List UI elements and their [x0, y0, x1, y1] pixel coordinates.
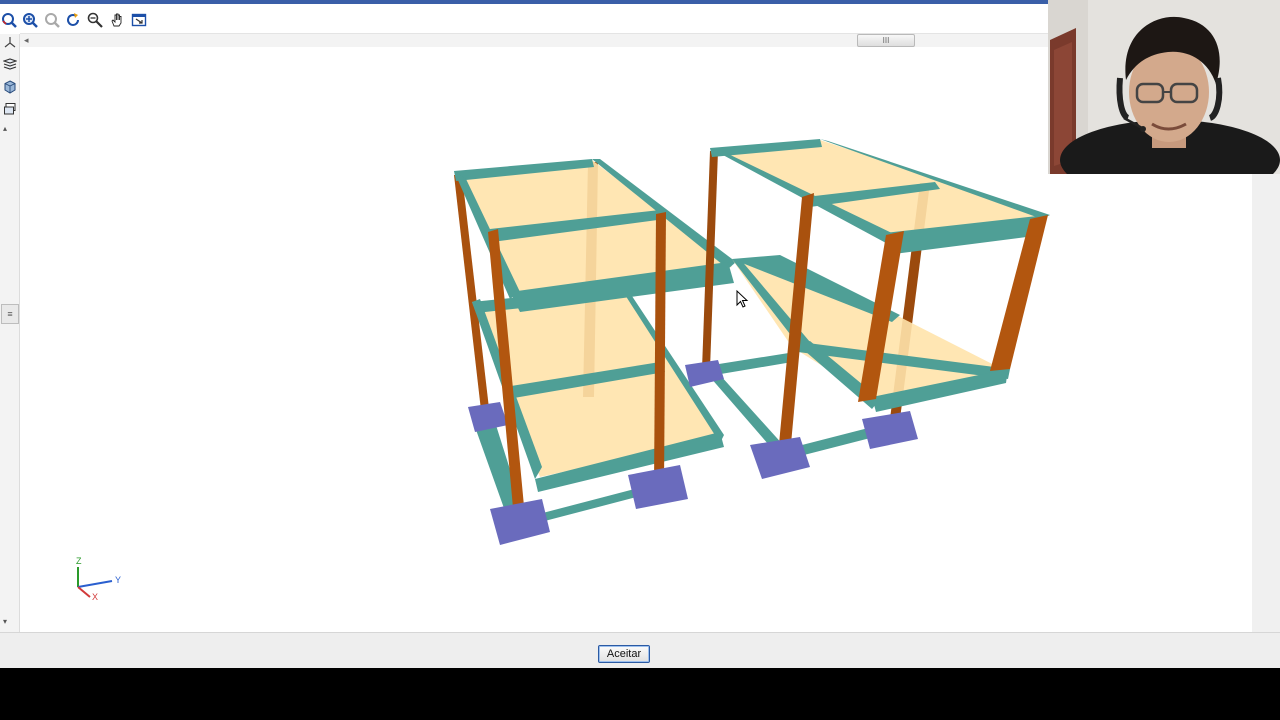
view-toolbar — [0, 4, 1048, 34]
x-axis-label: X — [92, 592, 98, 602]
3d-view-icon[interactable] — [1, 101, 18, 117]
presenter-webcam-icon — [1048, 0, 1280, 174]
scroll-up-arrow-icon[interactable]: ▴ — [3, 124, 7, 133]
letterbox-bar — [0, 668, 1280, 720]
zoom-extents-icon[interactable] — [22, 12, 38, 28]
horizontal-scrollbar[interactable]: ◂ III — [20, 33, 1048, 47]
scrollbar-thumb[interactable]: III — [857, 34, 915, 47]
x-axis — [77, 586, 91, 598]
zoom-in-out-icon[interactable] — [87, 12, 103, 28]
left-building — [454, 159, 736, 545]
footing — [628, 465, 688, 509]
zoom-window-icon[interactable] — [1, 12, 17, 28]
accept-button[interactable]: Aceitar — [598, 645, 650, 663]
right-building — [685, 139, 1050, 479]
panel-splitter-grip[interactable]: ≡ — [1, 304, 19, 324]
left-tool-strip: ▴ ≡ ▾ — [0, 34, 20, 632]
axis-triad: Z Y X — [76, 556, 121, 602]
y-axis-label: Y — [115, 575, 121, 585]
zoom-previous-icon[interactable] — [44, 12, 60, 28]
mouse-cursor-icon — [736, 289, 749, 308]
footing — [750, 437, 810, 479]
dialog-footer: Aceitar — [0, 632, 1280, 669]
layers-icon[interactable] — [1, 56, 18, 72]
view-window-icon[interactable] — [131, 12, 147, 28]
scroll-down-arrow-icon[interactable]: ▾ — [3, 617, 7, 626]
footing — [490, 499, 550, 545]
footing — [468, 402, 508, 432]
solid-view-icon[interactable] — [1, 79, 18, 95]
y-axis — [77, 580, 113, 588]
scroll-left-arrow-icon[interactable]: ◂ — [24, 34, 29, 46]
rotate-icon[interactable] — [65, 12, 81, 28]
footing — [862, 411, 918, 449]
column — [654, 212, 666, 487]
pan-hand-icon[interactable] — [109, 12, 125, 28]
z-axis-label: Z — [76, 556, 82, 566]
axes-icon[interactable] — [1, 34, 18, 50]
